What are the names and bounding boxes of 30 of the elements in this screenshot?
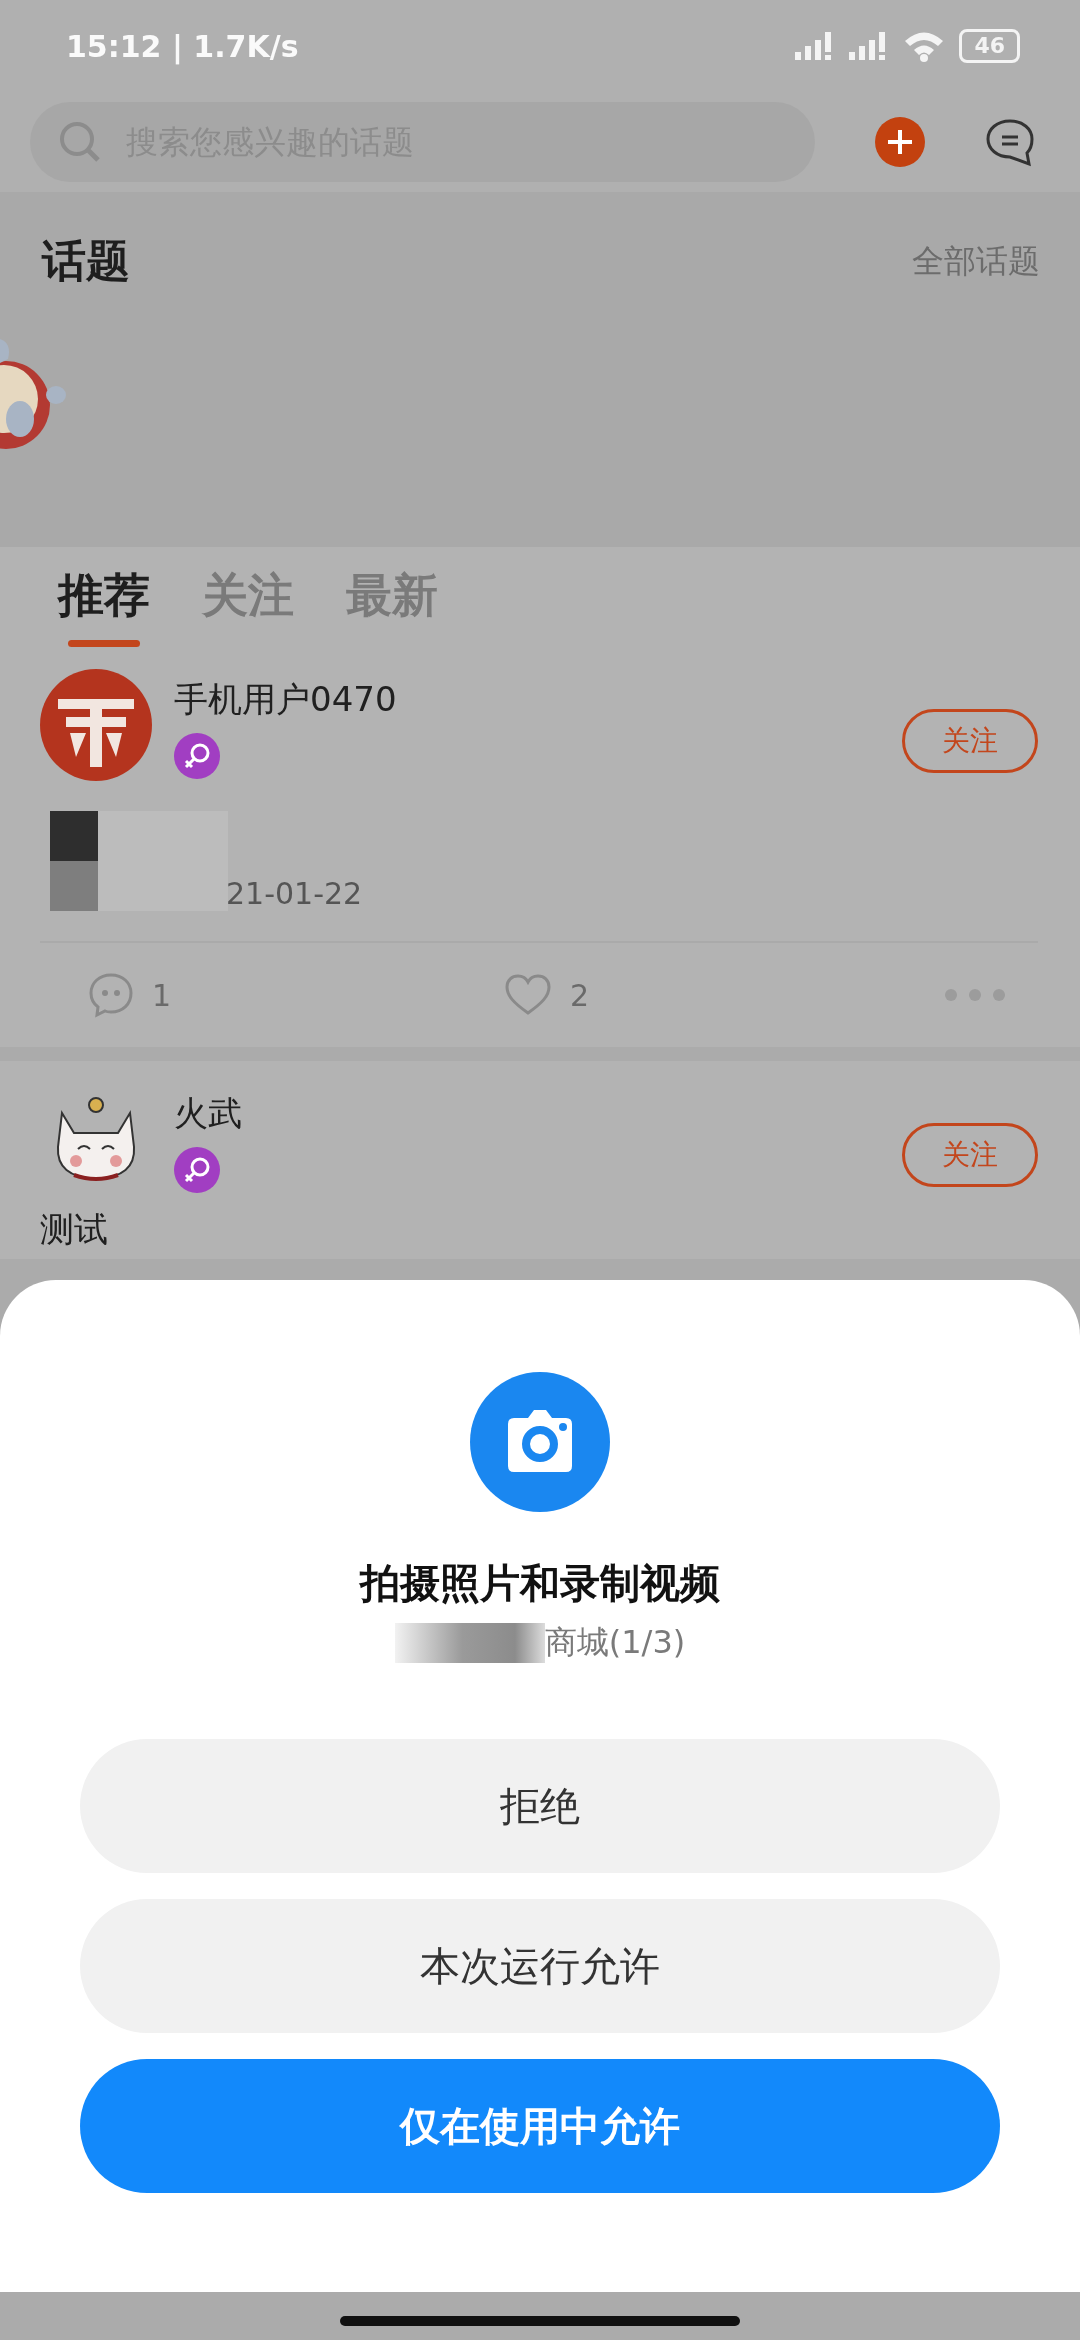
follow-button[interactable]: 关注 (902, 1123, 1038, 1187)
follow-button[interactable]: 关注 (902, 709, 1038, 773)
wifi-icon (903, 30, 946, 62)
permission-button[interactable]: 仅在使用中允许 (80, 2059, 1000, 2193)
section-title: 话题 (42, 234, 130, 288)
dialog-title: 拍摄照片和录制视频 (360, 1559, 720, 1608)
dialog-source: 商城(1/3) (544, 1622, 686, 1663)
post-date: 21-01-22 (226, 876, 363, 911)
comment-icon[interactable] (88, 972, 134, 1018)
like-count: 2 (570, 977, 590, 1013)
home-indicator[interactable] (340, 2316, 740, 2326)
author-name: 手机用户0470 (174, 678, 398, 721)
add-icon[interactable] (875, 117, 925, 167)
status-time: 15:12 | 1.7K/s (66, 28, 299, 64)
all-topics-link[interactable]: 全部话题 (912, 239, 1040, 284)
camera-icon (470, 1372, 610, 1512)
post-text: 测试 (40, 1208, 109, 1251)
comment-count: 1 (152, 977, 172, 1013)
feed-tab[interactable]: 推荐 (58, 565, 150, 647)
author-name: 火武 (174, 1092, 243, 1135)
search-icon (58, 120, 102, 164)
message-icon[interactable] (985, 117, 1035, 167)
gender-icon (174, 733, 220, 779)
like-icon[interactable] (504, 973, 552, 1017)
permission-button[interactable]: 拒绝 (80, 1739, 1000, 1873)
gender-icon (174, 1147, 220, 1193)
battery-icon: 46 (959, 29, 1020, 63)
feed-tab[interactable]: 最新 (346, 565, 438, 647)
feed-tab[interactable]: 关注 (202, 565, 294, 647)
permission-button[interactable]: 本次运行允许 (80, 1899, 1000, 2033)
